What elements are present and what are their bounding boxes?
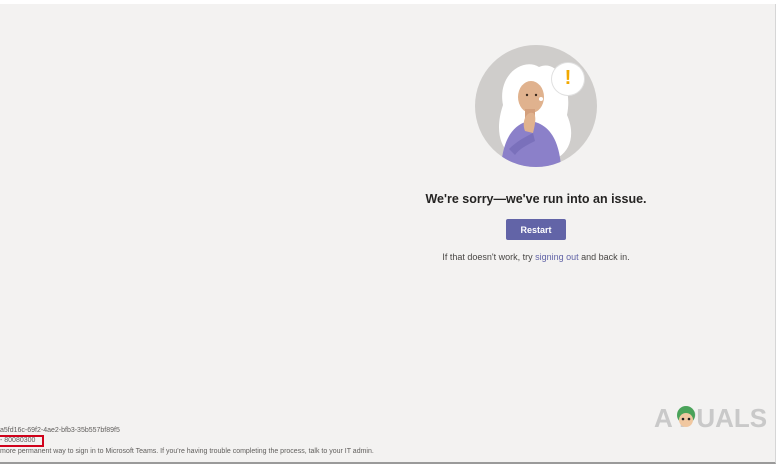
error-code: - 80080300	[0, 437, 36, 444]
appuals-watermark: A PUALS	[654, 400, 778, 434]
restart-button[interactable]: Restart	[506, 219, 566, 240]
session-id: a5fd16c-69f2-4ae2-bfb3-35b557bf89f5	[0, 427, 120, 434]
teams-window: ! We're sorry—we've run into an issue. R…	[0, 4, 776, 464]
error-headline: We're sorry—we've run into an issue.	[425, 192, 647, 206]
helper-prefix: If that doesn't work, try	[442, 252, 536, 262]
footer-note: more permanent way to sign in to Microso…	[0, 448, 374, 455]
speech-bubble-dot	[544, 90, 551, 97]
helper-text: If that doesn't work, try signing out an…	[390, 252, 682, 262]
confused-woman-illustration	[475, 45, 597, 167]
helper-suffix: and back in.	[578, 252, 630, 262]
watermark-text: A PUALS	[654, 403, 767, 433]
speech-bubble-dot	[539, 97, 543, 101]
exclamation-icon: !	[564, 67, 572, 89]
signing-out-link[interactable]: signing out	[535, 252, 579, 262]
